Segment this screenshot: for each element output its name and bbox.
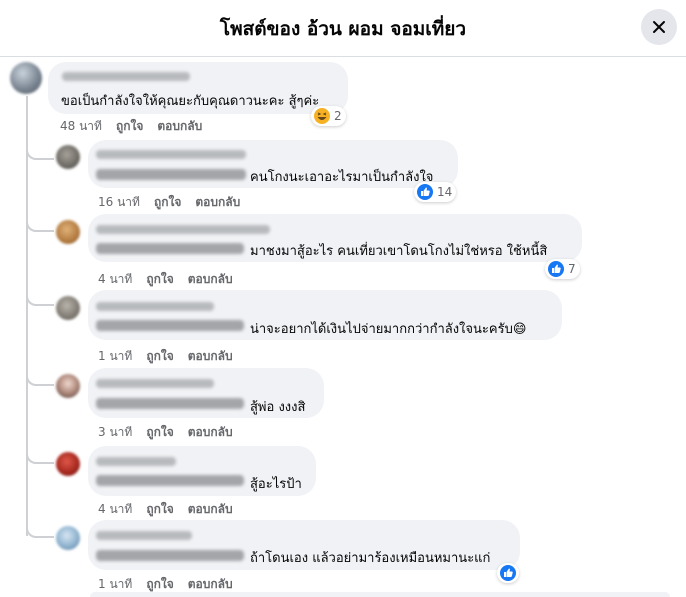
reply-button[interactable]: ตอบกลับ [195, 195, 240, 209]
author-name[interactable] [96, 379, 214, 388]
close-icon [653, 21, 665, 33]
author-name[interactable] [96, 225, 270, 234]
comment-text: น่าจะอยากได้เงินไปจ่ายมากกว่ากำลังใจนะคร… [250, 322, 527, 337]
comment-actions: 1 นาที ถูกใจ ตอบกลับ [98, 347, 247, 366]
reply-button[interactable]: ตอบกลับ [188, 425, 233, 439]
avatar[interactable] [10, 62, 42, 94]
author-name[interactable] [96, 531, 192, 540]
avatar[interactable] [56, 452, 80, 476]
like-button[interactable]: ถูกใจ [146, 425, 173, 439]
like-button[interactable]: ถูกใจ [146, 349, 173, 363]
reaction-count: 7 [568, 262, 576, 276]
like-reaction-icon [417, 184, 433, 200]
like-reaction-icon [500, 565, 516, 581]
comment-time[interactable]: 48 นาที [60, 119, 102, 133]
comment-actions: 16 นาที ถูกใจ ตอบกลับ [98, 193, 254, 212]
haha-reaction-icon [314, 108, 330, 124]
avatar[interactable] [56, 145, 80, 169]
reply-button[interactable]: ตอบกลับ [188, 272, 233, 286]
avatar[interactable] [56, 374, 80, 398]
reaction-count: 14 [437, 185, 453, 199]
reply-connector [26, 284, 54, 306]
close-button[interactable] [641, 9, 677, 45]
comment-text: ถ้าโดนเอง แล้วอย่ามาร้องเหมือนหมานะแก่ [250, 551, 491, 566]
reply-connector [26, 140, 54, 160]
reaction-count: 2 [334, 109, 342, 123]
comment-actions: 4 นาที ถูกใจ ตอบกลับ [98, 500, 247, 519]
post-dialog-header: โพสต์ของ อ้วน ผอม จอมเที่ยว [0, 0, 686, 57]
thread-line [26, 96, 28, 536]
reply-button[interactable]: ตอบกลับ [188, 349, 233, 363]
comment-time[interactable]: 4 นาที [98, 272, 132, 286]
comment-actions: 3 นาที ถูกใจ ตอบกลับ [98, 423, 247, 442]
comment-text: ขอเป็นกำลังใจให้คุณยะกับคุณดาวนะคะ สู้ๆค… [61, 94, 320, 109]
comment-text: สู้พ่อ งงงสิ [250, 400, 306, 415]
avatar[interactable] [56, 526, 80, 550]
reaction-badge[interactable] [497, 563, 519, 583]
comment-text: คนโกงนะเอาอะไรมาเป็นกำลังใจ [250, 170, 434, 185]
tagged-name[interactable] [96, 475, 244, 486]
reply-connector [26, 366, 54, 386]
like-button[interactable]: ถูกใจ [146, 577, 173, 591]
comment-time[interactable]: 16 นาที [98, 195, 140, 209]
reaction-badge[interactable]: 14 [414, 182, 457, 202]
author-name[interactable] [62, 72, 190, 81]
author-name[interactable] [96, 302, 214, 311]
comment-bubble-partial [90, 592, 670, 597]
avatar[interactable] [56, 220, 80, 244]
page-title: โพสต์ของ อ้วน ผอม จอมเที่ยว [219, 18, 467, 40]
comment-actions: 48 นาที ถูกใจ ตอบกลับ [60, 117, 216, 136]
comment-time[interactable]: 3 นาที [98, 425, 132, 439]
comment-text: สู้อะไรป้า [250, 477, 302, 492]
reaction-badge[interactable]: 7 [545, 259, 580, 279]
tagged-name[interactable] [96, 550, 244, 561]
tagged-name[interactable] [96, 243, 244, 254]
reaction-badge[interactable]: 2 [311, 106, 346, 126]
tagged-name[interactable] [96, 320, 244, 331]
reply-button[interactable]: ตอบกลับ [157, 119, 202, 133]
comment-text: มาชงมาสู้อะไร คนเที่ยวเขาโดนโกงไม่ใช่หรอ… [250, 244, 548, 259]
avatar[interactable] [56, 296, 80, 320]
comment-time[interactable]: 1 นาที [98, 577, 132, 591]
comment-time[interactable]: 1 นาที [98, 349, 132, 363]
reply-connector [26, 446, 54, 464]
like-reaction-icon [548, 261, 564, 277]
reply-button[interactable]: ตอบกลับ [188, 577, 233, 591]
like-button[interactable]: ถูกใจ [146, 502, 173, 516]
tagged-name[interactable] [96, 398, 244, 409]
comment-time[interactable]: 4 นาที [98, 502, 132, 516]
author-name[interactable] [96, 150, 246, 159]
reply-button[interactable]: ตอบกลับ [188, 502, 233, 516]
reply-connector [26, 210, 54, 232]
reply-connector [26, 518, 54, 538]
like-button[interactable]: ถูกใจ [116, 119, 143, 133]
tagged-name[interactable] [96, 169, 246, 180]
like-button[interactable]: ถูกใจ [154, 195, 181, 209]
comment-actions: 4 นาที ถูกใจ ตอบกลับ [98, 270, 247, 289]
like-button[interactable]: ถูกใจ [146, 272, 173, 286]
author-name[interactable] [96, 457, 176, 466]
